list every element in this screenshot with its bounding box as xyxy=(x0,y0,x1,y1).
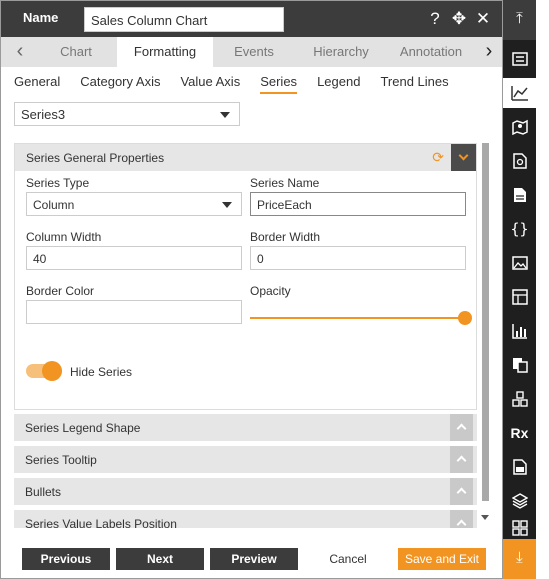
tab-annotation[interactable]: Annotation xyxy=(387,37,475,67)
tab-chart[interactable]: Chart xyxy=(35,37,117,67)
move-icon[interactable]: ✥ xyxy=(450,9,468,29)
subtab-legend[interactable]: Legend xyxy=(317,74,360,94)
chevron-down-icon xyxy=(220,112,230,118)
footer: Previous Next Preview Cancel Save and Ex… xyxy=(1,537,502,578)
document-search-icon[interactable] xyxy=(503,146,536,176)
expand-button[interactable] xyxy=(450,510,473,528)
list-icon[interactable] xyxy=(503,44,536,74)
chevron-up-icon xyxy=(456,487,467,498)
toggle-knob xyxy=(42,361,62,381)
rail-margin xyxy=(536,0,549,579)
section-label: Bullets xyxy=(25,485,62,499)
expand-down-icon[interactable]: ⤓ xyxy=(503,539,536,579)
chevron-up-icon xyxy=(456,519,467,528)
tab-scroll-left-icon[interactable]: ‹ xyxy=(5,37,35,67)
section-label: Series Value Labels Position xyxy=(25,517,177,528)
cubes-icon[interactable] xyxy=(503,384,536,414)
expand-button[interactable] xyxy=(450,446,473,473)
opacity-slider-track[interactable] xyxy=(250,317,466,319)
collapse-button[interactable] xyxy=(451,144,476,171)
subtab-series[interactable]: Series xyxy=(260,74,298,94)
save-and-exit-button[interactable]: Save and Exit xyxy=(398,548,486,570)
copy-icon[interactable] xyxy=(503,350,536,380)
column-width-label: Column Width xyxy=(26,230,102,244)
rx-icon[interactable]: Rx xyxy=(503,418,536,448)
cancel-button[interactable]: Cancel xyxy=(304,548,392,570)
section-title: Series General Properties xyxy=(26,151,165,165)
border-color-label: Border Color xyxy=(26,284,95,298)
section-label: Series Legend Shape xyxy=(25,421,141,435)
tab-events[interactable]: Events xyxy=(213,37,295,67)
chevron-up-icon xyxy=(456,455,467,466)
subtab-category-axis[interactable]: Category Axis xyxy=(80,74,160,94)
chart-icon[interactable] xyxy=(503,78,536,108)
tab-hierarchy[interactable]: Hierarchy xyxy=(295,37,387,67)
series-select-value: Series3 xyxy=(21,107,66,122)
report-icon[interactable] xyxy=(503,452,536,482)
subtab-value-axis[interactable]: Value Axis xyxy=(180,74,240,94)
section-header[interactable]: Series General Properties ⟳ xyxy=(15,144,476,171)
formatting-subtabs: General Category Axis Value Axis Series … xyxy=(14,74,449,94)
series-type-value: Column xyxy=(33,198,75,212)
opacity-label: Opacity xyxy=(250,284,291,298)
tab-bar: ‹ Chart Formatting Events Hierarchy Anno… xyxy=(1,37,502,67)
section-label: Series Tooltip xyxy=(25,453,97,467)
help-icon[interactable]: ? xyxy=(426,9,444,29)
border-color-input[interactable] xyxy=(26,300,242,324)
previous-button[interactable]: Previous xyxy=(22,548,110,570)
series-legend-shape-section[interactable]: Series Legend Shape xyxy=(14,414,477,441)
preview-button[interactable]: Preview xyxy=(210,548,298,570)
close-icon[interactable]: ✕ xyxy=(474,9,492,29)
map-icon[interactable] xyxy=(503,112,536,142)
name-label: Name xyxy=(23,10,59,25)
opacity-slider-thumb[interactable] xyxy=(458,311,472,325)
subtab-trend-lines[interactable]: Trend Lines xyxy=(380,74,448,94)
series-name-label: Series Name xyxy=(250,176,320,190)
next-button[interactable]: Next xyxy=(116,548,204,570)
tab-scroll-right-icon[interactable]: › xyxy=(474,37,502,67)
layers-icon[interactable] xyxy=(503,486,536,516)
series-type-select[interactable]: Column xyxy=(26,192,242,216)
chart-properties-panel: Name Sales Column Chart ? ✥ ✕ ‹ Chart Fo… xyxy=(0,0,503,579)
hide-series-toggle[interactable] xyxy=(26,361,62,381)
subtab-general[interactable]: General xyxy=(14,74,60,94)
series-type-label: Series Type xyxy=(26,176,90,190)
bar-chart-icon[interactable] xyxy=(503,316,536,346)
border-width-label: Border Width xyxy=(250,230,321,244)
series-name-input[interactable]: PriceEach xyxy=(250,192,466,216)
border-width-input[interactable]: 0 xyxy=(250,246,466,270)
expand-button[interactable] xyxy=(450,478,473,505)
chevron-down-icon xyxy=(458,150,469,161)
series-select[interactable]: Series3 xyxy=(14,102,240,126)
image-icon[interactable] xyxy=(503,248,536,278)
bullets-section[interactable]: Bullets xyxy=(14,478,477,505)
code-braces-icon[interactable]: {} xyxy=(503,214,536,244)
hide-series-label: Hide Series xyxy=(70,365,133,379)
series-general-properties-section: Series General Properties ⟳ Series Type … xyxy=(14,143,477,410)
chevron-up-icon xyxy=(456,423,467,434)
chart-name-input[interactable]: Sales Column Chart xyxy=(84,7,284,32)
reset-icon[interactable]: ⟳ xyxy=(432,149,444,166)
collapse-top-icon[interactable]: ⤒ xyxy=(503,0,536,40)
scroll-down-icon[interactable] xyxy=(481,515,489,520)
series-tooltip-section[interactable]: Series Tooltip xyxy=(14,446,477,473)
document-icon[interactable] xyxy=(503,180,536,210)
grid-icon[interactable] xyxy=(503,520,536,538)
expand-button[interactable] xyxy=(450,414,473,441)
dashboard-icon[interactable] xyxy=(503,282,536,312)
column-width-input[interactable]: 40 xyxy=(26,246,242,270)
title-bar: Name Sales Column Chart ? ✥ ✕ xyxy=(1,1,502,37)
right-toolbar: ⤒ {} Rx ⤓ xyxy=(503,0,549,579)
series-value-labels-position-section[interactable]: Series Value Labels Position xyxy=(14,510,477,528)
scrollbar-thumb[interactable] xyxy=(482,143,489,501)
rx-text: Rx xyxy=(510,425,529,441)
tab-formatting[interactable]: Formatting xyxy=(117,37,213,67)
chevron-down-icon xyxy=(222,202,232,208)
